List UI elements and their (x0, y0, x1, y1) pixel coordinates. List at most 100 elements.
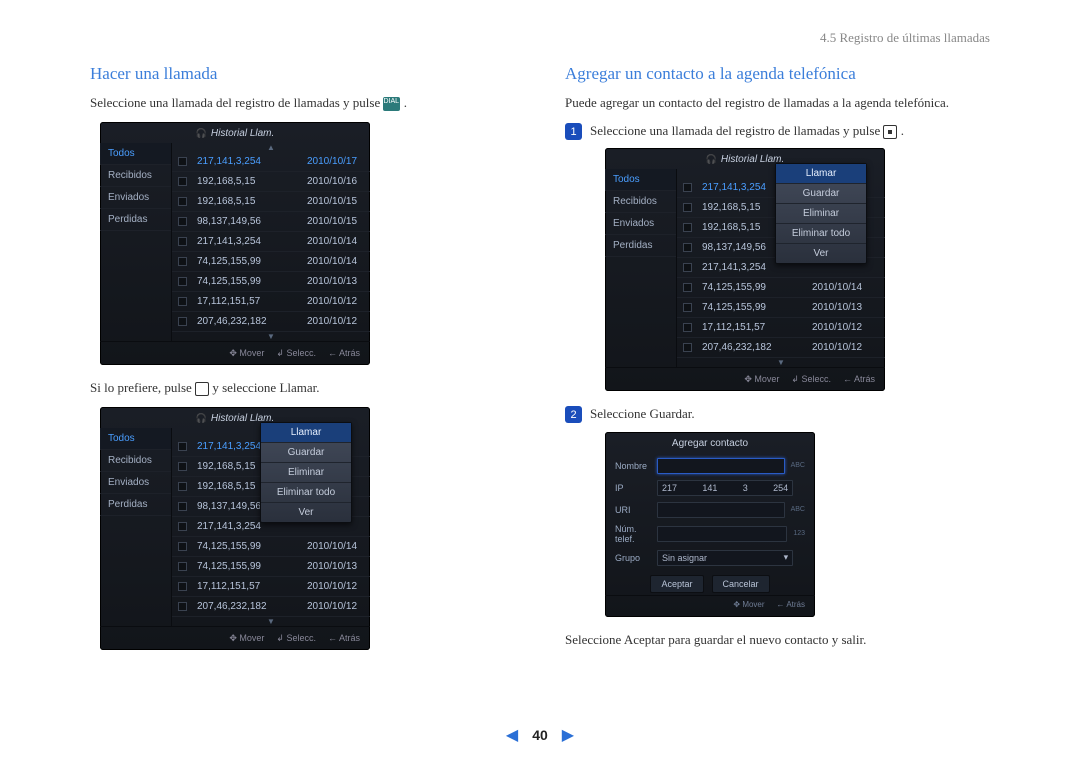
next-page-icon[interactable]: ▶ (562, 725, 574, 745)
scroll-up-icon[interactable]: ▲ (172, 143, 370, 152)
input-nombre[interactable] (657, 458, 785, 474)
footer-mover: ✥ Mover (733, 600, 764, 609)
list-item[interactable]: 17,112,151,572010/10/12 (172, 577, 370, 597)
scroll-down-icon[interactable]: ▼ (172, 332, 370, 341)
scroll-down-icon[interactable]: ▼ (677, 358, 885, 367)
list-item[interactable]: 74,125,155,992010/10/14 (677, 278, 885, 298)
list-item[interactable]: 74,125,155,992010/10/14 (172, 252, 370, 272)
label-uri: URI (615, 505, 657, 515)
checkbox-icon[interactable] (683, 223, 692, 232)
checkbox-icon[interactable] (683, 263, 692, 272)
sidebar-item-todos[interactable]: Todos (100, 143, 171, 165)
checkbox-icon[interactable] (178, 297, 187, 306)
ip-cell: 192,168,5,15 (197, 196, 307, 207)
popup-eliminar-todo[interactable]: Eliminar todo (776, 224, 866, 244)
sidebar-item-recibidos[interactable]: Recibidos (100, 450, 171, 472)
scroll-down-icon[interactable]: ▼ (172, 617, 370, 626)
sidebar-item-perdidas[interactable]: Perdidas (605, 235, 676, 257)
list-item[interactable]: 207,46,232,1822010/10/12 (677, 338, 885, 358)
list-item[interactable]: 192,168,5,152010/10/15 (172, 192, 370, 212)
select-grupo[interactable]: Sin asignar▾ (657, 550, 793, 566)
popup-ver[interactable]: Ver (261, 503, 351, 522)
popup-guardar[interactable]: Guardar (776, 184, 866, 204)
ip-cell: 192,168,5,15 (197, 176, 307, 187)
date-cell: 2010/10/15 (307, 196, 357, 207)
checkbox-icon[interactable] (178, 562, 187, 571)
ip-cell: 74,125,155,99 (702, 302, 812, 313)
checkbox-icon[interactable] (178, 542, 187, 551)
list-item[interactable]: 217,141,3,2542010/10/17 (172, 152, 370, 172)
add-contact-footer: ✥ Mover ← Atrás (605, 595, 815, 613)
page-number: 40 (532, 727, 548, 743)
sidebar-item-recibidos[interactable]: Recibidos (100, 165, 171, 187)
sidebar-item-perdidas[interactable]: Perdidas (100, 494, 171, 516)
checkbox-icon[interactable] (683, 283, 692, 292)
context-popup: Llamar Guardar Eliminar Eliminar todo Ve… (260, 422, 352, 523)
checkbox-icon[interactable] (683, 243, 692, 252)
cancelar-button[interactable]: Cancelar (712, 575, 770, 593)
popup-eliminar[interactable]: Eliminar (776, 204, 866, 224)
list-item[interactable]: 217,141,3,2542010/10/14 (172, 232, 370, 252)
popup-ver[interactable]: Ver (776, 244, 866, 263)
checkbox-icon[interactable] (178, 317, 187, 326)
sidebar-item-todos[interactable]: Todos (605, 169, 676, 191)
prev-page-icon[interactable]: ◀ (506, 725, 518, 745)
checkbox-icon[interactable] (683, 303, 692, 312)
list-item[interactable]: 74,125,155,992010/10/14 (172, 537, 370, 557)
list-item[interactable]: 207,46,232,1822010/10/12 (172, 312, 370, 332)
popup-llamar[interactable]: Llamar (261, 423, 351, 443)
sidebar-item-todos[interactable]: Todos (100, 428, 171, 450)
ip-seg: 141 (702, 483, 717, 493)
checkbox-icon[interactable] (178, 277, 187, 286)
left-intro-text-a: Seleccione una llamada del registro de l… (90, 95, 383, 110)
checkbox-icon[interactable] (178, 522, 187, 531)
checkbox-icon[interactable] (178, 582, 187, 591)
list-item[interactable]: 192,168,5,152010/10/16 (172, 172, 370, 192)
breadcrumb: 4.5 Registro de últimas llamadas (90, 30, 990, 46)
checkbox-icon[interactable] (178, 157, 187, 166)
footer-selecc: ↲ Selecc. (276, 633, 316, 644)
list-item[interactable]: 17,112,151,572010/10/12 (677, 318, 885, 338)
step-2: 2 Seleccione Guardar. (565, 405, 990, 423)
popup-eliminar-todo[interactable]: Eliminar todo (261, 483, 351, 503)
label-nombre: Nombre (615, 461, 657, 471)
checkbox-icon[interactable] (683, 203, 692, 212)
label-grupo: Grupo (615, 553, 657, 563)
popup-guardar[interactable]: Guardar (261, 443, 351, 463)
aceptar-button[interactable]: Aceptar (650, 575, 703, 593)
sidebar-item-enviados[interactable]: Enviados (100, 187, 171, 209)
field-uri: URI ABC (605, 499, 815, 521)
label-ip: IP (615, 483, 657, 493)
sidebar-item-recibidos[interactable]: Recibidos (605, 191, 676, 213)
checkbox-icon[interactable] (178, 482, 187, 491)
checkbox-icon[interactable] (178, 257, 187, 266)
input-num[interactable] (657, 526, 787, 542)
checkbox-icon[interactable] (178, 177, 187, 186)
checkbox-icon[interactable] (178, 462, 187, 471)
input-ip[interactable]: 217 141 3 254 (657, 480, 793, 496)
list-item[interactable]: 207,46,232,1822010/10/12 (172, 597, 370, 617)
list-item[interactable]: 98,137,149,562010/10/15 (172, 212, 370, 232)
list-item[interactable]: 74,125,155,992010/10/13 (172, 557, 370, 577)
sidebar-item-perdidas[interactable]: Perdidas (100, 209, 171, 231)
checkbox-icon[interactable] (683, 323, 692, 332)
sidebar-item-enviados[interactable]: Enviados (100, 472, 171, 494)
ip-cell: 217,141,3,254 (197, 156, 307, 167)
checkbox-icon[interactable] (683, 183, 692, 192)
checkbox-icon[interactable] (178, 197, 187, 206)
list-item[interactable]: 17,112,151,572010/10/12 (172, 292, 370, 312)
list-item[interactable]: 74,125,155,992010/10/13 (172, 272, 370, 292)
checkbox-icon[interactable] (683, 343, 692, 352)
input-uri[interactable] (657, 502, 785, 518)
checkbox-icon[interactable] (178, 502, 187, 511)
checkbox-icon[interactable] (178, 217, 187, 226)
tag-blank (799, 484, 805, 491)
popup-llamar[interactable]: Llamar (776, 164, 866, 184)
checkbox-icon[interactable] (178, 237, 187, 246)
sidebar-item-enviados[interactable]: Enviados (605, 213, 676, 235)
field-num: Núm. telef. 123 (605, 521, 815, 547)
checkbox-icon[interactable] (178, 602, 187, 611)
checkbox-icon[interactable] (178, 442, 187, 451)
list-item[interactable]: 74,125,155,992010/10/13 (677, 298, 885, 318)
popup-eliminar[interactable]: Eliminar (261, 463, 351, 483)
